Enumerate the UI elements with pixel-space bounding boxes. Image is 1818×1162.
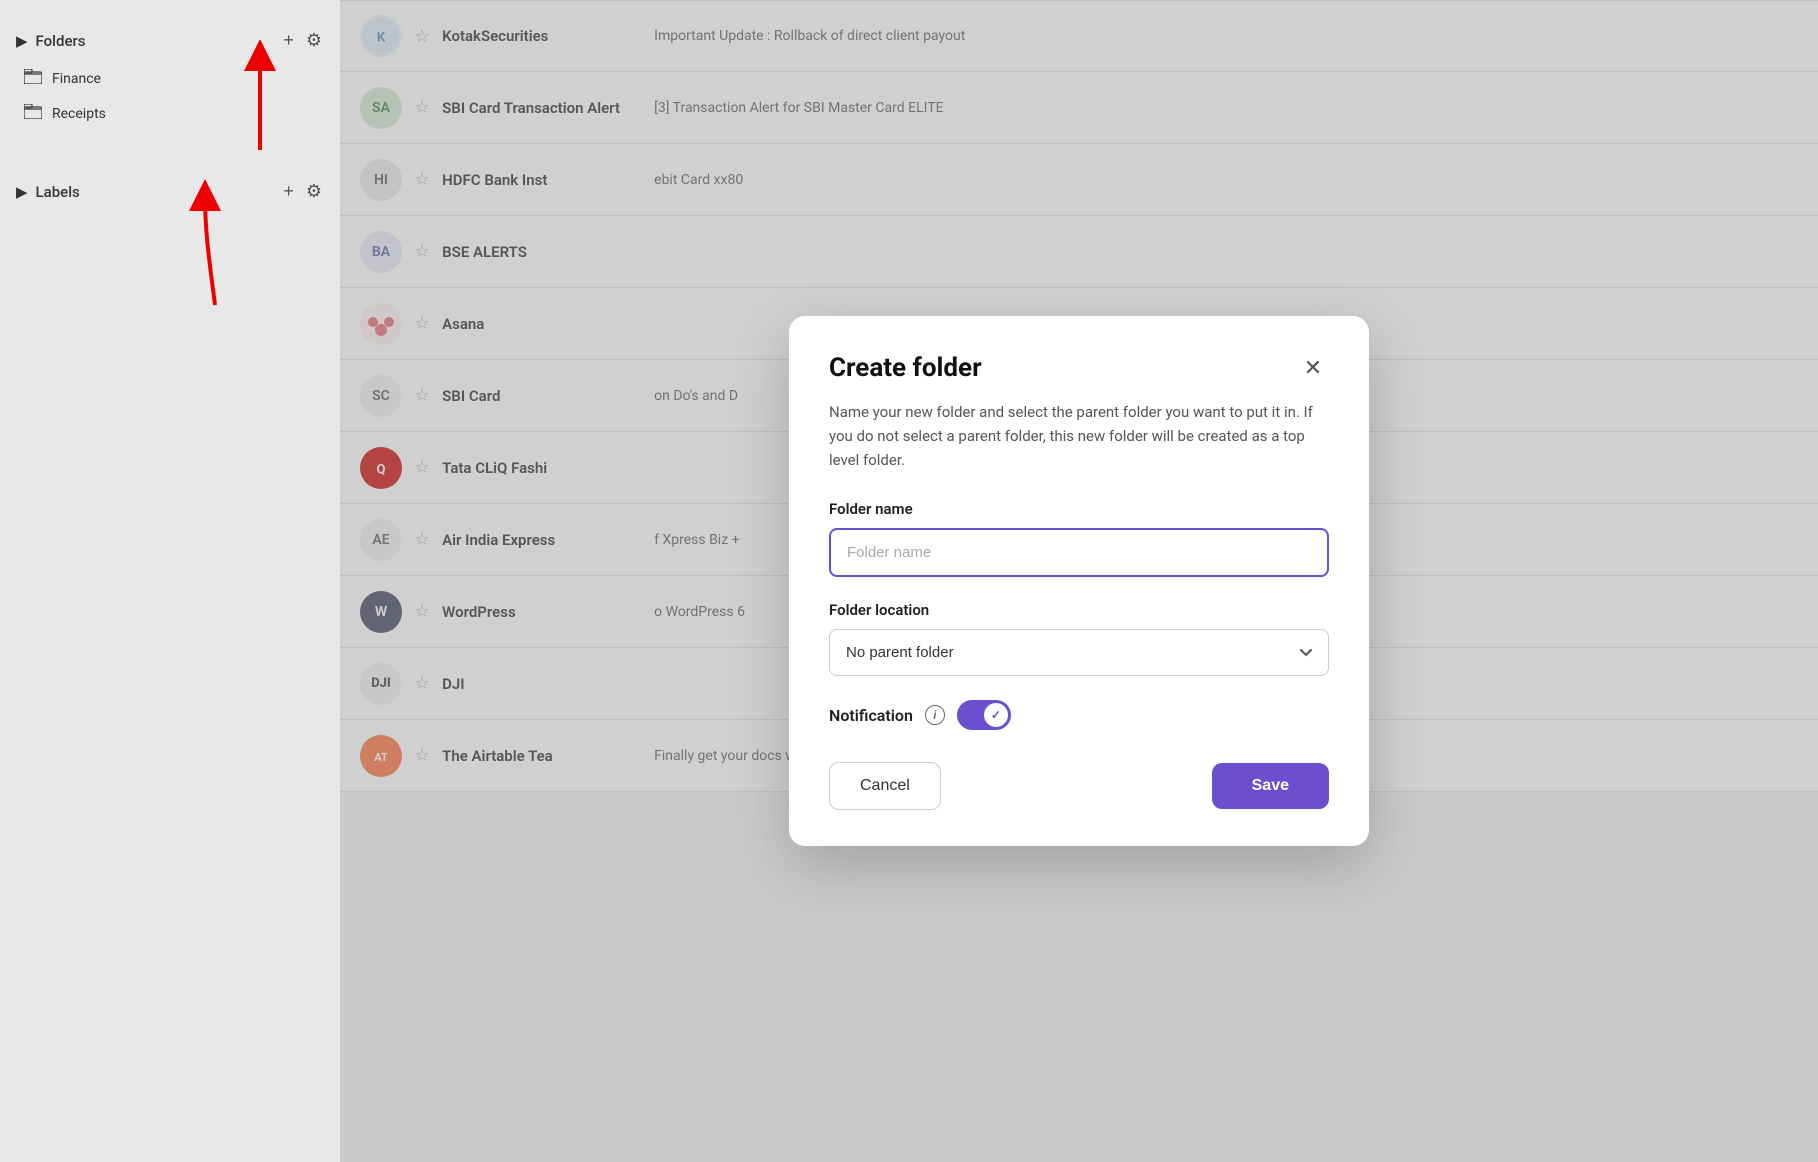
labels-section-header[interactable]: ▶ Labels + ⚙ <box>0 171 340 212</box>
app-container: ▶ Folders + ⚙ Finance <box>0 0 1818 1162</box>
modal-backdrop[interactable]: Create folder ✕ Name your new folder and… <box>340 0 1818 1162</box>
cancel-button[interactable]: Cancel <box>829 762 941 810</box>
folder-name-label: Folder name <box>829 500 1329 518</box>
folders-actions: + ⚙ <box>281 28 324 53</box>
folder-location-group: Folder location No parent folder <box>829 601 1329 676</box>
main-content: K ☆ KotakSecurities Important Update : R… <box>340 0 1818 1162</box>
folder-location-select[interactable]: No parent folder <box>829 629 1329 676</box>
folders-section-header[interactable]: ▶ Folders + ⚙ <box>0 20 340 61</box>
modal-footer: Cancel Save <box>829 762 1329 810</box>
modal-title: Create folder <box>829 353 982 383</box>
folder-icon-finance <box>24 69 42 88</box>
create-folder-modal: Create folder ✕ Name your new folder and… <box>789 316 1369 846</box>
folder-settings-button[interactable]: ⚙ <box>304 28 324 53</box>
folder-icon-receipts <box>24 104 42 123</box>
sidebar-item-receipts[interactable]: Receipts <box>0 96 340 131</box>
folder-name-input[interactable] <box>829 528 1329 577</box>
folder-location-label: Folder location <box>829 601 1329 619</box>
modal-description: Name your new folder and select the pare… <box>829 400 1329 472</box>
modal-header: Create folder ✕ <box>829 352 1329 384</box>
toggle-check-icon: ✓ <box>991 708 1001 722</box>
notification-toggle[interactable]: ✓ <box>957 700 1011 730</box>
labels-title: ▶ Labels <box>16 183 80 201</box>
folders-label: Folders <box>36 32 86 50</box>
modal-close-button[interactable]: ✕ <box>1297 352 1329 384</box>
sidebar-item-finance[interactable]: Finance <box>0 61 340 96</box>
add-label-button[interactable]: + <box>281 179 296 204</box>
labels-chevron-icon: ▶ <box>16 183 28 201</box>
receipts-label: Receipts <box>52 106 106 122</box>
save-button[interactable]: Save <box>1212 763 1329 809</box>
notification-info-icon[interactable]: i <box>925 705 945 725</box>
notification-row: Notification i ✓ <box>829 700 1329 730</box>
label-settings-button[interactable]: ⚙ <box>304 179 324 204</box>
finance-label: Finance <box>52 71 101 87</box>
add-folder-button[interactable]: + <box>281 28 296 53</box>
labels-actions: + ⚙ <box>281 179 324 204</box>
folders-chevron-icon: ▶ <box>16 32 28 50</box>
labels-label: Labels <box>36 183 80 201</box>
sidebar: ▶ Folders + ⚙ Finance <box>0 0 340 1162</box>
folders-title: ▶ Folders <box>16 32 86 50</box>
folder-name-group: Folder name <box>829 500 1329 577</box>
toggle-knob: ✓ <box>984 703 1008 727</box>
notification-label: Notification <box>829 706 913 725</box>
